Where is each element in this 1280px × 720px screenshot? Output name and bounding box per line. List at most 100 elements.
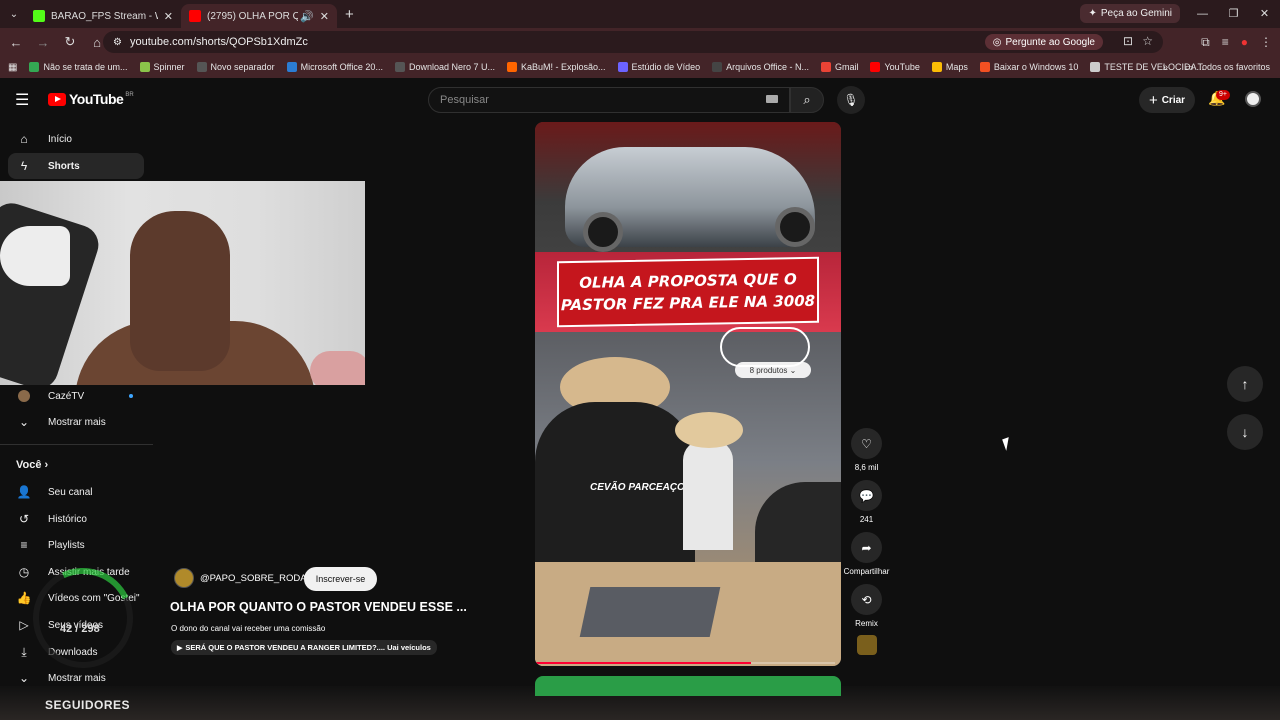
bookmark-icon [29, 62, 40, 72]
tab-kick[interactable]: BARAO_FPS Stream - Watch Live ✕ [25, 4, 181, 28]
all-bookmarks-button[interactable]: ▭ Todos os favoritos [1185, 56, 1270, 78]
webcam-overlay [0, 181, 365, 385]
short-description: O dono do canal vai receber uma comissão [171, 624, 326, 633]
bookmark-item[interactable]: Baixar o Windows 10 [979, 62, 1079, 72]
video-progress-bar[interactable] [535, 662, 835, 664]
bookmark-star-icon[interactable]: ☆ [1142, 34, 1153, 48]
comment-action[interactable]: 💬 241 [850, 480, 883, 524]
sidebar-show-more[interactable]: ⌄ Mostrar mais [8, 409, 144, 435]
create-button[interactable]: + Criar [1139, 87, 1195, 113]
reload-icon[interactable]: ↻ [58, 34, 82, 50]
youtube-logo[interactable]: YouTube BR [48, 91, 134, 107]
laptop-image [579, 587, 721, 637]
linked-video-label: SERÁ QUE O PASTOR VENDEU A RANGER LIMITE… [185, 643, 431, 652]
channel-avatar[interactable] [174, 568, 194, 588]
toolbar-right: ⧉ ≡ ● ⋮ [1201, 28, 1272, 56]
voice-search-button[interactable]: 🎙 [837, 86, 865, 114]
channel-name[interactable]: @PAPO_SOBRE_RODAS [200, 573, 313, 584]
sidebar-item-cazetv[interactable]: CazéTV [8, 383, 144, 409]
new-tab-button[interactable]: + [345, 6, 354, 23]
short-title[interactable]: OLHA POR QUANTO O PASTOR VENDEU ESSE ... [170, 600, 467, 614]
sidebar-item-home[interactable]: ⌂ Início [8, 126, 144, 152]
remix-icon[interactable]: ⟲ [851, 584, 882, 615]
all-bookmarks-label: Todos os favoritos [1197, 62, 1270, 72]
sidebar-item-label: Histórico [48, 513, 87, 525]
close-tab-icon[interactable]: ✕ [164, 10, 173, 23]
bookmark-item[interactable]: Maps [931, 62, 968, 72]
profile-icon[interactable]: ● [1241, 35, 1248, 49]
lens-icon: ◎ [992, 36, 1002, 48]
bookmark-label: Baixar o Windows 10 [993, 62, 1079, 72]
microphone-head-image [0, 226, 70, 286]
mute-tab-icon[interactable]: 🔊 [300, 10, 314, 23]
previous-short-button[interactable]: ↑ [1227, 366, 1263, 402]
search-button[interactable]: ⌕ [790, 87, 824, 113]
tab-youtube[interactable]: (2795) OLHA POR QUANTO 🔊 ✕ [181, 4, 337, 28]
mic-icon: 🎙 [843, 93, 859, 107]
bookmark-item[interactable]: YouTube [870, 62, 920, 72]
extensions-icon[interactable]: ⧉ [1201, 35, 1210, 50]
search-input[interactable]: Pesquisar [428, 87, 790, 113]
install-icon[interactable]: ⊡ [1123, 34, 1133, 48]
share-action[interactable]: ➦ Compartilhar [844, 532, 889, 576]
you-heading[interactable]: Você › [16, 459, 48, 471]
bookmark-label: Microsoft Office 20... [300, 62, 383, 72]
tab-search-button[interactable]: ⌄ [3, 3, 25, 25]
share-icon[interactable]: ➦ [851, 532, 882, 563]
bookmark-icon [931, 62, 942, 72]
minimize-button[interactable]: — [1187, 0, 1218, 28]
media-icon[interactable]: ≡ [1222, 35, 1229, 49]
next-short-preview[interactable] [535, 676, 841, 696]
comment-icon[interactable]: 💬 [851, 480, 882, 511]
keyboard-icon[interactable] [766, 95, 778, 103]
background-object-image [310, 351, 365, 385]
remix-action[interactable]: ⟲ Remix [850, 584, 883, 628]
menu-icon[interactable]: ⋮ [1260, 35, 1272, 49]
bookmark-item[interactable]: Não se trata de um... [29, 62, 128, 72]
sidebar-item-shorts[interactable]: ϟ Shorts [8, 153, 144, 179]
close-tab-icon[interactable]: ✕ [320, 10, 329, 23]
window-controls: — ❐ ✕ [1187, 0, 1280, 28]
bookmark-item[interactable]: KaBuM! - Explosão... [507, 62, 606, 72]
like-action[interactable]: ♡ 8,6 mil [850, 428, 883, 472]
next-short-button[interactable]: ↓ [1227, 414, 1263, 450]
bookmark-label: Spinner [153, 62, 185, 72]
bookmark-label: Maps [945, 62, 968, 72]
restore-button[interactable]: ❐ [1218, 0, 1249, 28]
back-icon[interactable]: ← [4, 35, 28, 50]
tab-title: BARAO_FPS Stream - Watch Live [51, 10, 158, 22]
sidebar-item-label: Início [48, 133, 72, 145]
more-bookmarks-icon[interactable]: » [1162, 62, 1168, 73]
person-icon: 👤 [16, 485, 32, 499]
account-avatar[interactable] [1245, 91, 1261, 107]
forward-icon[interactable]: → [31, 35, 55, 50]
channel-mini-avatar[interactable] [857, 635, 877, 655]
close-window-button[interactable]: ✕ [1249, 0, 1280, 28]
products-thumbnail[interactable] [720, 327, 810, 367]
address-bar[interactable]: ⚙ youtube.com/shorts/QOPSb1XdmZc ◎ Pergu… [103, 31, 1163, 53]
sidebar-item-history[interactable]: ↺ Histórico [8, 506, 144, 532]
site-info-icon[interactable]: ⚙ [113, 37, 122, 48]
subscribe-button[interactable]: Inscrever-se [304, 567, 377, 591]
bookmark-item[interactable]: Gmail [820, 62, 858, 72]
bookmark-icon [820, 62, 831, 72]
bookmark-item[interactable]: Microsoft Office 20... [286, 62, 383, 72]
heart-icon[interactable]: ♡ [851, 428, 882, 459]
chevron-down-icon: ⌄ [18, 415, 30, 429]
bookmark-item[interactable]: Estúdio de Vídeo [617, 62, 700, 72]
products-chip[interactable]: 8 produtos ⌄ [735, 362, 811, 378]
bookmark-item[interactable]: Novo separador [196, 62, 275, 72]
short-video-player[interactable]: OLHA A PROPOSTA QUE O PASTOR FEZ PRA ELE… [535, 122, 841, 666]
hamburger-menu-icon[interactable]: ☰ [15, 90, 29, 110]
wheel-image [775, 207, 815, 247]
sidebar-item-your-channel[interactable]: 👤 Seu canal [8, 479, 144, 505]
bookmark-item[interactable]: Spinner [139, 62, 185, 72]
bookmark-item[interactable]: Arquivos Office - N... [712, 62, 809, 72]
apps-icon[interactable]: ▦ [8, 62, 17, 73]
gemini-button[interactable]: ✦ Peça ao Gemini [1080, 4, 1180, 23]
sidebar-item-playlists[interactable]: ≡ Playlists [8, 532, 144, 558]
logo-text: YouTube [69, 91, 124, 107]
linked-video-chip[interactable]: ▶ SERÁ QUE O PASTOR VENDEU A RANGER LIMIT… [171, 640, 437, 655]
ask-google-button[interactable]: ◎ Pergunte ao Google [984, 34, 1103, 50]
bookmark-item[interactable]: Download Nero 7 U... [394, 62, 495, 72]
